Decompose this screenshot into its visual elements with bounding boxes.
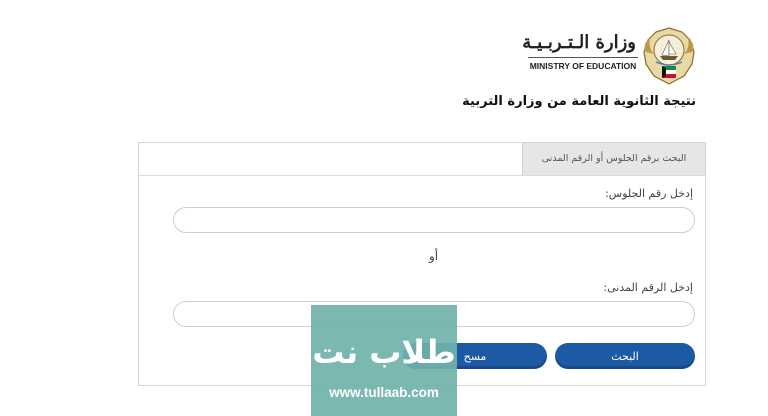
ministry-name-english: MINISTRY OF EDUCATION: [529, 61, 637, 71]
tab-search-by-seat-or-civil-id[interactable]: البحث برقم الجلوس أو الرقم المدنى: [522, 143, 705, 175]
watermark-overlay: طلاب نت www.tullaab.com: [311, 305, 457, 416]
civil-id-label: إدخل الرقم المدنى:: [603, 281, 693, 294]
search-button[interactable]: البحث: [555, 343, 695, 369]
ministry-name-arabic: وزارة الـتـربـيـة: [522, 32, 636, 53]
ministry-header: وزارة الـتـربـيـة MINISTRY OF EDUCATION: [520, 24, 700, 94]
or-separator: أو: [429, 249, 439, 263]
seat-number-label: إدخل رقم الجلوس:: [605, 187, 693, 200]
page-title: نتيجة الثانوية العامة من وزارة التربية: [462, 94, 696, 109]
header-divider: [528, 57, 638, 58]
panel-header: البحث برقم الجلوس أو الرقم المدنى: [139, 143, 705, 176]
watermark-url: www.tullaab.com: [329, 385, 439, 400]
kuwait-emblem-icon: [643, 27, 695, 85]
watermark-logo: طلاب نت: [312, 333, 456, 371]
seat-number-input[interactable]: [173, 207, 695, 233]
